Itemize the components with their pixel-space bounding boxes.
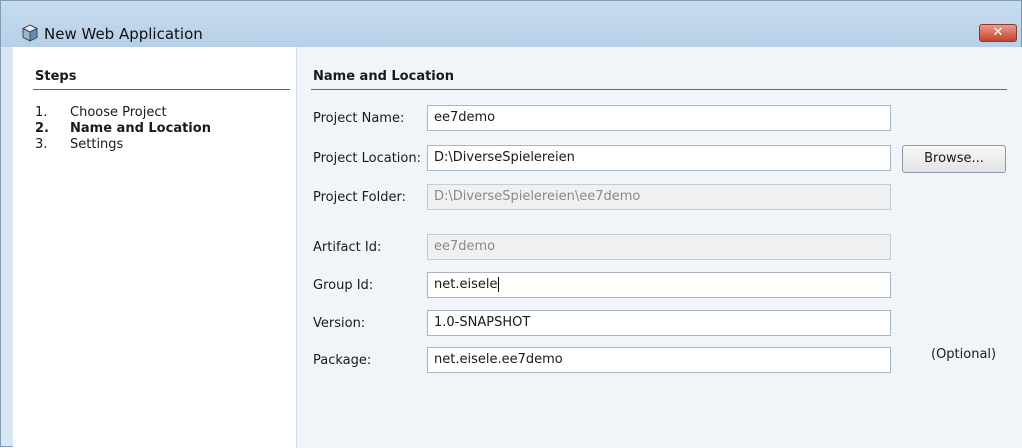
step-item-settings: 3. Settings [35,137,211,153]
step-number: 2. [35,121,49,136]
project-location-label: Project Location: [313,151,421,166]
browse-button[interactable]: Browse... [902,145,1006,173]
step-number: 1. [35,105,48,120]
package-label: Package: [313,353,372,368]
step-label: Choose Project [70,105,167,120]
step-label: Name and Location [70,121,211,136]
project-folder-label: Project Folder: [313,190,406,205]
artifact-id-field: ee7demo [427,234,891,260]
group-id-value: net.eisele [434,277,498,292]
steps-divider [33,89,290,90]
project-name-input[interactable]: ee7demo [427,105,891,131]
version-label: Version: [313,316,366,331]
group-id-label: Group Id: [313,278,374,293]
project-folder-field: D:\DiverseSpielereien\ee7demo [427,184,891,210]
steps-list: 1. Choose Project 2. Name and Location 3. S… [35,105,211,153]
optional-hint: (Optional) [931,347,997,362]
project-location-input[interactable]: D:\DiverseSpielereien [427,145,891,171]
steps-panel: Steps 1. Choose Project 2. Name and Locati… [13,47,297,448]
step-item-name-and-location: 2. Name and Location [35,121,211,137]
section-divider [311,89,1007,90]
steps-title: Steps [35,69,77,84]
cube-icon [21,24,39,46]
step-item-choose-project: 1. Choose Project [35,105,211,121]
project-name-label: Project Name: [313,111,405,126]
title-bar[interactable]: New Web Application ✕ [1,1,1021,47]
window-title: New Web Application [44,25,203,43]
group-id-input[interactable]: net.eisele [427,272,891,298]
text-caret [498,277,500,292]
step-label: Settings [70,137,124,152]
section-title: Name and Location [313,69,454,84]
dialog-content: Steps 1. Choose Project 2. Name and Locati… [13,47,1022,448]
version-input[interactable]: 1.0-SNAPSHOT [427,310,891,336]
close-button[interactable]: ✕ [979,24,1017,42]
artifact-id-label: Artifact Id: [313,240,382,255]
step-number: 3. [35,137,48,152]
dialog-window: New Web Application ✕ Steps 1. Choose Pro… [0,0,1022,448]
package-input[interactable]: net.eisele.ee7demo [427,347,891,373]
close-icon: ✕ [992,25,1004,40]
